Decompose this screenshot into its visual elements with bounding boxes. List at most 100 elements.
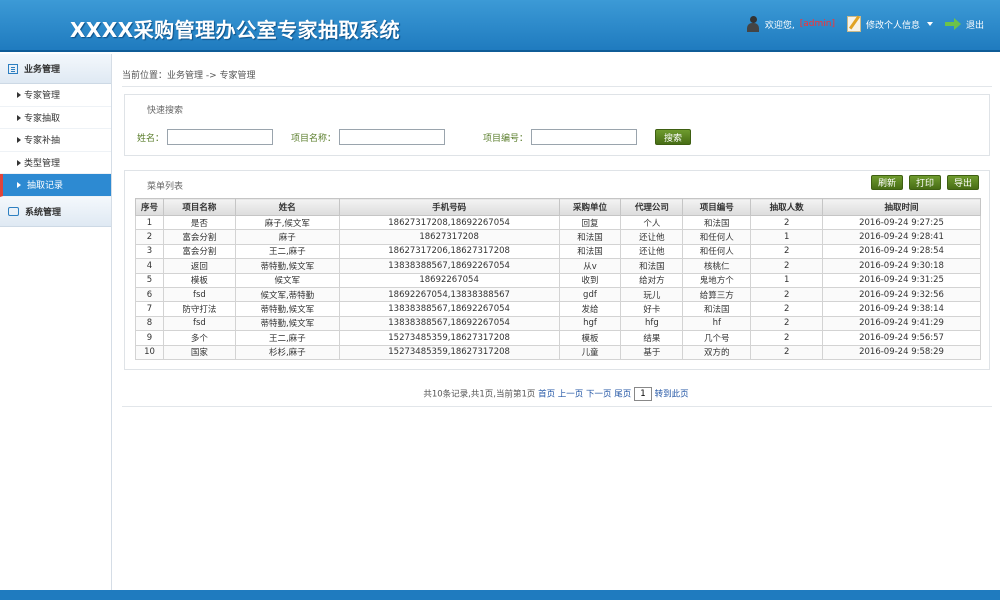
edit-profile-link[interactable]: 修改个人信息 — [846, 16, 933, 32]
sidebar-item-expert-manage[interactable]: 专家管理 — [0, 84, 111, 107]
table-row[interactable]: 3 富会分割 王二,麻子 18627317206,18627317208 和法国 还让他和… — [135, 243, 981, 260]
table-row[interactable]: 4 返回 蒂特勤,候文军 13838388567,18692267054 从v 和法国 核桃… — [135, 258, 981, 274]
table-cell: 18692267054,13838388567 — [338, 286, 560, 303]
table-cell: 1 — [750, 272, 824, 288]
table-header-row: 序号 项目名称 姓名 手机号码 采购单位 代理公司 项目编号 抽取人数 抽取时间 — [135, 198, 981, 216]
search-panel-title: 快速搜索 — [147, 106, 184, 116]
table-cell: 给算三方 — [682, 286, 752, 303]
app-title: XXXX采购管理办公室专家抽取系统 — [70, 18, 401, 42]
table-cell: 麻子 — [234, 229, 340, 245]
refresh-button[interactable]: 刷新 — [871, 175, 903, 190]
table-cell: 13838388567,18692267054 — [338, 315, 560, 332]
print-button[interactable]: 打印 — [909, 175, 941, 190]
table-cell: 模板 — [162, 272, 236, 288]
table-cell: 给对方 — [620, 272, 684, 288]
search-button[interactable]: 搜索 — [655, 129, 692, 145]
table-cell: 3 — [135, 243, 164, 260]
table-cell: 2 — [750, 301, 824, 317]
list-panel: 菜单列表 刷新 打印 导出 序号 项目名称 姓名 手机号码 采购单位 代理公司 项目编号 抽取… — [124, 170, 990, 370]
table-row[interactable]: 10 国家 杉杉,麻子 15273485359,18627317208 儿童 基于 双方的 2… — [135, 344, 981, 360]
column-header: 抽取人数 — [750, 198, 824, 216]
table-cell: fsd — [162, 286, 236, 303]
sidebar-item-expert-extract[interactable]: 专家抽取 — [0, 107, 111, 129]
table-cell: 18627317208,18692267054 — [338, 214, 560, 231]
table-cell: 和法国 — [682, 214, 752, 231]
table-cell: 几个号 — [682, 330, 752, 346]
table-cell: hgf — [558, 315, 622, 332]
table-cell: 发给 — [558, 301, 622, 317]
page-number-input[interactable] — [633, 387, 652, 401]
sidebar-group-business[interactable]: 业务管理 — [0, 54, 111, 84]
pager-summary: 共10条记录,共1页,当前第1页 — [423, 389, 536, 400]
logout-link[interactable]: 退出 — [944, 18, 984, 31]
table-cell: 麻子,候文军 — [234, 214, 340, 231]
table-cell: 15273485359,18627317208 — [338, 330, 560, 346]
table-cell: 15273485359,18627317208 — [338, 344, 560, 360]
project-name-input[interactable] — [339, 129, 446, 145]
table-cell: 2 — [750, 243, 824, 260]
table-row[interactable]: 9 多个 王二,麻子 15273485359,18627317208 模板 结果 几个号 2 2… — [135, 330, 981, 346]
divider — [122, 406, 992, 407]
table-cell: 13838388567,18692267054 — [338, 258, 560, 274]
table-cell: 蒂特勤,候文军 — [234, 258, 340, 274]
logout-label: 退出 — [965, 20, 984, 31]
table-cell: 2 — [750, 315, 824, 332]
table-cell: 2016-09-24 9:56:57 — [822, 330, 981, 346]
table-row[interactable]: 8 fsd 蒂特勤,候文军 13838388567,18692267054 hgf hfg… — [135, 315, 981, 332]
table-cell: 和法国 — [558, 243, 622, 260]
project-name-label: 项目名称： — [291, 133, 337, 144]
name-input[interactable] — [167, 129, 274, 145]
table-cell: 2016-09-24 9:28:54 — [822, 243, 981, 260]
export-button[interactable]: 导出 — [947, 175, 979, 190]
table-row[interactable]: 6 fsd 候文军,蒂特勤 18692267054,13838388567 gdf 玩儿给… — [135, 286, 981, 303]
table-cell: 2016-09-24 9:31:25 — [822, 272, 981, 288]
divider — [122, 86, 992, 87]
prev-page-link[interactable]: 上一页 — [558, 390, 584, 400]
sidebar-item-type-manage[interactable]: 类型管理 — [0, 152, 111, 174]
sidebar-item-expert-supplement[interactable]: 专家补抽 — [0, 129, 111, 152]
table-cell: 从v — [558, 258, 622, 274]
table-cell: 6 — [135, 286, 164, 303]
pager: 共10条记录,共1页,当前第1页 首页 上一页 下一页 尾页 转到此页 — [112, 387, 1000, 401]
table-cell: 18692267054 — [338, 272, 560, 288]
table-cell: 5 — [135, 272, 164, 288]
sidebar-item-extract-records[interactable]: 抽取记录 — [0, 174, 111, 197]
last-page-link[interactable]: 尾页 — [614, 390, 631, 400]
table-cell: 2016-09-24 9:38:14 — [822, 301, 981, 317]
welcome-text: 欢迎您, — [764, 20, 795, 31]
table-cell: 8 — [135, 315, 164, 332]
table-cell: hf — [682, 315, 752, 332]
main-content: 当前位置：业务管理 -> 专家管理 快速搜索 姓名： 项目名称： 项目编号： 搜… — [112, 54, 1000, 600]
table-cell: 结果 — [620, 330, 684, 346]
table-row[interactable]: 5 模板 候文军 18692267054 收到 给对方 鬼地方个 1 2016-09-24 9:… — [135, 272, 981, 288]
column-header: 抽取时间 — [822, 198, 981, 216]
table-cell: 杉杉,麻子 — [234, 344, 340, 360]
table-cell: 收到 — [558, 272, 622, 288]
table-cell: 个人 — [620, 214, 684, 231]
search-panel: 快速搜索 姓名： 项目名称： 项目编号： 搜索 — [124, 94, 990, 156]
column-header: 项目名称 — [162, 198, 236, 216]
table-cell: 和法国 — [558, 229, 622, 245]
table-cell: 王二,麻子 — [234, 330, 340, 346]
sidebar-group-system[interactable]: 系统管理 — [0, 196, 111, 227]
project-code-input[interactable] — [531, 129, 638, 145]
table-row[interactable]: 1 是否 麻子,候文军 18627317208,18692267054 回复 个人 和法国 2… — [135, 214, 981, 231]
table-cell: 蒂特勤,候文军 — [234, 315, 340, 332]
next-page-link[interactable]: 下一页 — [586, 390, 612, 400]
table-cell: 18627317206,18627317208 — [338, 243, 560, 260]
first-page-link[interactable]: 首页 — [538, 390, 555, 400]
table-cell: 王二,麻子 — [234, 243, 340, 260]
breadcrumb: 当前位置：业务管理 -> 专家管理 — [122, 71, 256, 81]
list-actions: 刷新 打印 导出 — [871, 175, 979, 190]
project-code-label: 项目编号： — [483, 133, 529, 144]
table-cell: 模板 — [558, 330, 622, 346]
bottom-bar — [0, 590, 1000, 600]
list-icon — [8, 63, 18, 74]
table-body: 1 是否 麻子,候文军 18627317208,18692267054 回复 个人 和法国 2… — [135, 214, 981, 360]
records-table: 序号 项目名称 姓名 手机号码 采购单位 代理公司 项目编号 抽取人数 抽取时间 1 是否 麻子,候… — [135, 198, 981, 360]
table-cell: 4 — [135, 258, 164, 274]
goto-page-link[interactable]: 转到此页 — [655, 390, 689, 400]
table-row[interactable]: 7 防守打法 蒂特勤,候文军 13838388567,18692267054 发给 好卡和… — [135, 301, 981, 317]
table-cell: 2016-09-24 9:58:29 — [822, 344, 981, 360]
table-row[interactable]: 2 富会分割 麻子 18627317208 和法国 还让他 和任何人 1 2016-09-24 … — [135, 229, 981, 245]
